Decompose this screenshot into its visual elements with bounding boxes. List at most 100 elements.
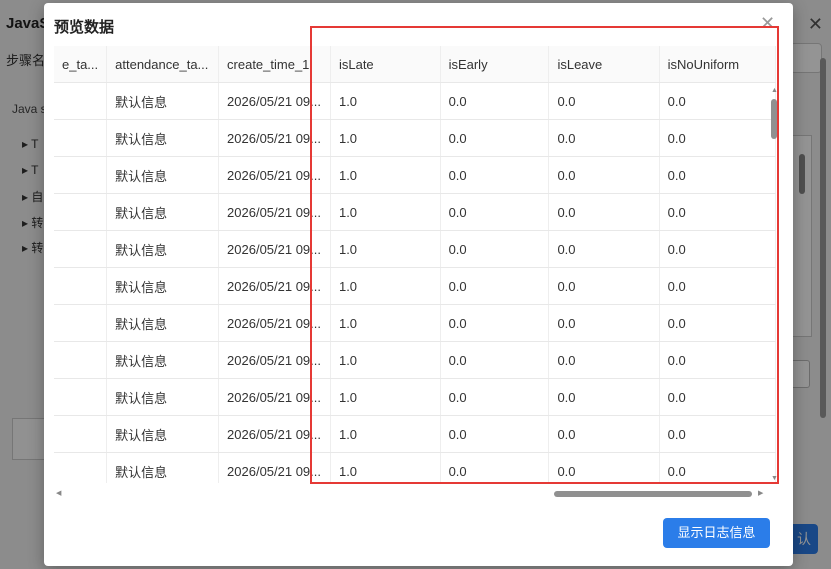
table-cell: 1.0: [330, 452, 441, 483]
table-cell: 0.0: [659, 378, 776, 416]
table-cell: 2026/05/21 09...: [218, 230, 331, 268]
table-cell: 默认信息: [106, 452, 220, 483]
table-cell: 0.0: [440, 82, 550, 120]
column-header[interactable]: attendance_ta...: [106, 46, 220, 83]
table-cell: 默认信息: [106, 230, 220, 268]
table-cell: [54, 341, 108, 379]
column-header[interactable]: isLeave: [548, 46, 660, 83]
table-row: 默认信息 2026/05/21 09... 1.0 0.0 0.0 0.0: [54, 304, 776, 342]
table-cell: 1.0: [330, 341, 441, 379]
table-cell: 0.0: [659, 119, 776, 157]
table-cell: 0.0: [440, 119, 550, 157]
scrollbar-thumb[interactable]: [554, 491, 752, 497]
scroll-left-icon[interactable]: ◀: [56, 489, 61, 497]
table-cell: 默认信息: [106, 193, 220, 231]
table-cell: 0.0: [548, 119, 660, 157]
table-cell: 0.0: [548, 452, 660, 483]
scroll-down-icon[interactable]: ▼: [771, 475, 778, 482]
table-cell: 2026/05/21 09...: [218, 415, 331, 453]
table-cell: 0.0: [440, 267, 550, 305]
table-cell: [54, 415, 108, 453]
table-cell: 0.0: [440, 378, 550, 416]
table-cell: 2026/05/21 09...: [218, 193, 331, 231]
close-icon[interactable]: ✕: [760, 13, 775, 34]
table-cell: 0.0: [440, 193, 550, 231]
table-cell: 2026/05/21 09...: [218, 156, 331, 194]
table-cell: 0.0: [548, 193, 660, 231]
table-cell: 默认信息: [106, 304, 220, 342]
table-cell: 0.0: [659, 304, 776, 342]
table-cell: 0.0: [659, 156, 776, 194]
scroll-right-icon[interactable]: ▶: [758, 489, 763, 497]
table-cell: 2026/05/21 09...: [218, 267, 331, 305]
table-cell: 0.0: [548, 82, 660, 120]
column-header[interactable]: isLate: [330, 46, 441, 83]
table-cell: [54, 304, 108, 342]
table-cell: 默认信息: [106, 267, 220, 305]
column-header[interactable]: create_time_1: [218, 46, 331, 83]
table-cell: 0.0: [548, 156, 660, 194]
table-row: 默认信息 2026/05/21 09... 1.0 0.0 0.0 0.0: [54, 193, 776, 231]
table-cell: 2026/05/21 09...: [218, 304, 331, 342]
table-cell: 0.0: [548, 415, 660, 453]
table-cell: 0.0: [548, 230, 660, 268]
table-cell: 1.0: [330, 230, 441, 268]
table-cell: 默认信息: [106, 119, 220, 157]
table-cell: [54, 267, 108, 305]
table-cell: 1.0: [330, 304, 441, 342]
table-cell: 默认信息: [106, 378, 220, 416]
table-cell: 0.0: [659, 193, 776, 231]
table-row: 默认信息 2026/05/21 09... 1.0 0.0 0.0 0.0: [54, 82, 776, 120]
table-cell: 2026/05/21 09...: [218, 119, 331, 157]
table-row: 默认信息 2026/05/21 09... 1.0 0.0 0.0 0.0: [54, 230, 776, 268]
table-cell: 2026/05/21 09...: [218, 452, 331, 483]
table-row: 默认信息 2026/05/21 09... 1.0 0.0 0.0 0.0: [54, 341, 776, 379]
table-row: 默认信息 2026/05/21 09... 1.0 0.0 0.0 0.0: [54, 156, 776, 194]
modal-title: 预览数据: [54, 19, 115, 36]
table-cell: 0.0: [548, 378, 660, 416]
table-cell: 1.0: [330, 82, 441, 120]
table-cell: 0.0: [440, 341, 550, 379]
table-row: 默认信息 2026/05/21 09... 1.0 0.0 0.0 0.0: [54, 452, 776, 483]
table-cell: 0.0: [440, 156, 550, 194]
table-row: 默认信息 2026/05/21 09... 1.0 0.0 0.0 0.0: [54, 415, 776, 453]
table-cell: 0.0: [548, 267, 660, 305]
table-cell: [54, 82, 108, 120]
table-cell: 0.0: [548, 304, 660, 342]
vertical-scrollbar[interactable]: ▲ ▼: [770, 87, 780, 483]
table-cell: 默认信息: [106, 341, 220, 379]
table-cell: [54, 230, 108, 268]
table-cell: 0.0: [659, 82, 776, 120]
preview-data-modal: 预览数据 ✕ e_ta... attendance_ta... create_t…: [44, 3, 793, 566]
show-log-button[interactable]: 显示日志信息: [663, 518, 770, 548]
table-cell: 1.0: [330, 193, 441, 231]
table-cell: [54, 452, 108, 483]
table-cell: 默认信息: [106, 415, 220, 453]
scroll-up-icon[interactable]: ▲: [771, 87, 778, 94]
table-cell: 1.0: [330, 119, 441, 157]
table-cell: 2026/05/21 09...: [218, 341, 331, 379]
table-cell: 0.0: [659, 341, 776, 379]
preview-table: e_ta... attendance_ta... create_time_1 i…: [54, 46, 776, 483]
column-header[interactable]: e_ta...: [54, 46, 108, 83]
table-cell: 1.0: [330, 156, 441, 194]
horizontal-scrollbar[interactable]: ◀ ▶: [54, 489, 772, 499]
column-header[interactable]: isEarly: [440, 46, 550, 83]
table-header-row: e_ta... attendance_ta... create_time_1 i…: [54, 46, 776, 83]
table-cell: 2026/05/21 09...: [218, 82, 331, 120]
table-cell: 0.0: [659, 267, 776, 305]
table-row: 默认信息 2026/05/21 09... 1.0 0.0 0.0 0.0: [54, 267, 776, 305]
table-cell: 默认信息: [106, 156, 220, 194]
table-cell: [54, 119, 108, 157]
table-row: 默认信息 2026/05/21 09... 1.0 0.0 0.0 0.0: [54, 119, 776, 157]
column-header[interactable]: isNoUniform: [659, 46, 776, 83]
scrollbar-thumb[interactable]: [771, 99, 777, 139]
table-cell: 默认信息: [106, 82, 220, 120]
preview-table-container: e_ta... attendance_ta... create_time_1 i…: [54, 46, 776, 483]
table-cell: 0.0: [659, 415, 776, 453]
table-cell: 0.0: [440, 230, 550, 268]
table-cell: 2026/05/21 09...: [218, 378, 331, 416]
table-cell: 0.0: [548, 341, 660, 379]
table-cell: 1.0: [330, 415, 441, 453]
table-row: 默认信息 2026/05/21 09... 1.0 0.0 0.0 0.0: [54, 378, 776, 416]
